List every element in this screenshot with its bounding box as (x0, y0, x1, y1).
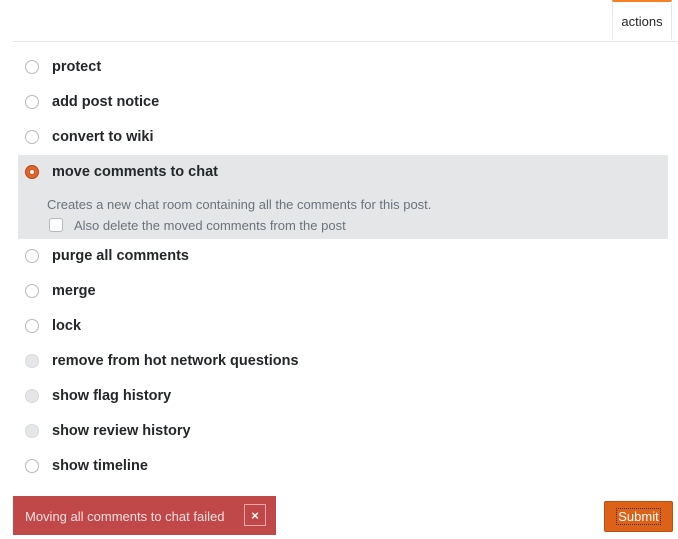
option-remove-from-hnq: remove from hot network questions (18, 344, 668, 379)
option-label: show review history (52, 423, 191, 439)
checkbox-label: Also delete the moved comments from the … (74, 218, 346, 233)
error-toast: Moving all comments to chat failed × (13, 496, 276, 535)
option-label: add post notice (52, 94, 160, 110)
option-purge-all-comments[interactable]: purge all comments (18, 239, 668, 274)
option-label: merge (52, 283, 96, 299)
toast-message: Moving all comments to chat failed (25, 509, 225, 524)
close-icon[interactable]: × (244, 504, 266, 526)
radio-button[interactable] (25, 459, 39, 473)
radio-button-disabled (25, 424, 39, 438)
option-move-comments-to-chat[interactable]: move comments to chat Creates a new chat… (18, 155, 668, 239)
option-add-post-notice[interactable]: add post notice (18, 85, 668, 120)
option-lock[interactable]: lock (18, 309, 668, 344)
option-label: remove from hot network questions (52, 353, 299, 369)
submit-label: Submit (616, 508, 661, 525)
option-label: convert to wiki (52, 129, 154, 145)
radio-button[interactable] (25, 319, 39, 333)
radio-button[interactable] (25, 95, 39, 109)
radio-button[interactable] (25, 284, 39, 298)
option-show-review-history: show review history (18, 414, 668, 449)
radio-button-selected[interactable] (25, 165, 39, 179)
radio-button-disabled (25, 354, 39, 368)
tab-bar: actions (13, 0, 678, 42)
radio-button[interactable] (25, 130, 39, 144)
option-merge[interactable]: merge (18, 274, 668, 309)
option-description: Creates a new chat room containing all t… (47, 197, 432, 212)
tab-actions[interactable]: actions (612, 0, 672, 40)
option-label: protect (52, 59, 102, 75)
option-label: show timeline (52, 458, 148, 474)
option-convert-to-wiki[interactable]: convert to wiki (18, 120, 668, 155)
delete-comments-checkbox[interactable] (49, 218, 63, 232)
option-show-timeline[interactable]: show timeline (18, 449, 668, 484)
option-label: show flag history (52, 388, 172, 404)
radio-button-disabled (25, 389, 39, 403)
radio-button[interactable] (25, 60, 39, 74)
submit-button[interactable]: Submit (604, 501, 673, 532)
option-show-flag-history: show flag history (18, 379, 668, 414)
radio-button[interactable] (25, 249, 39, 263)
option-label: move comments to chat (52, 164, 218, 180)
option-label: purge all comments (52, 248, 189, 264)
option-label: lock (52, 318, 82, 334)
option-protect[interactable]: protect (18, 50, 668, 85)
action-options: protect add post notice convert to wiki … (18, 50, 668, 484)
